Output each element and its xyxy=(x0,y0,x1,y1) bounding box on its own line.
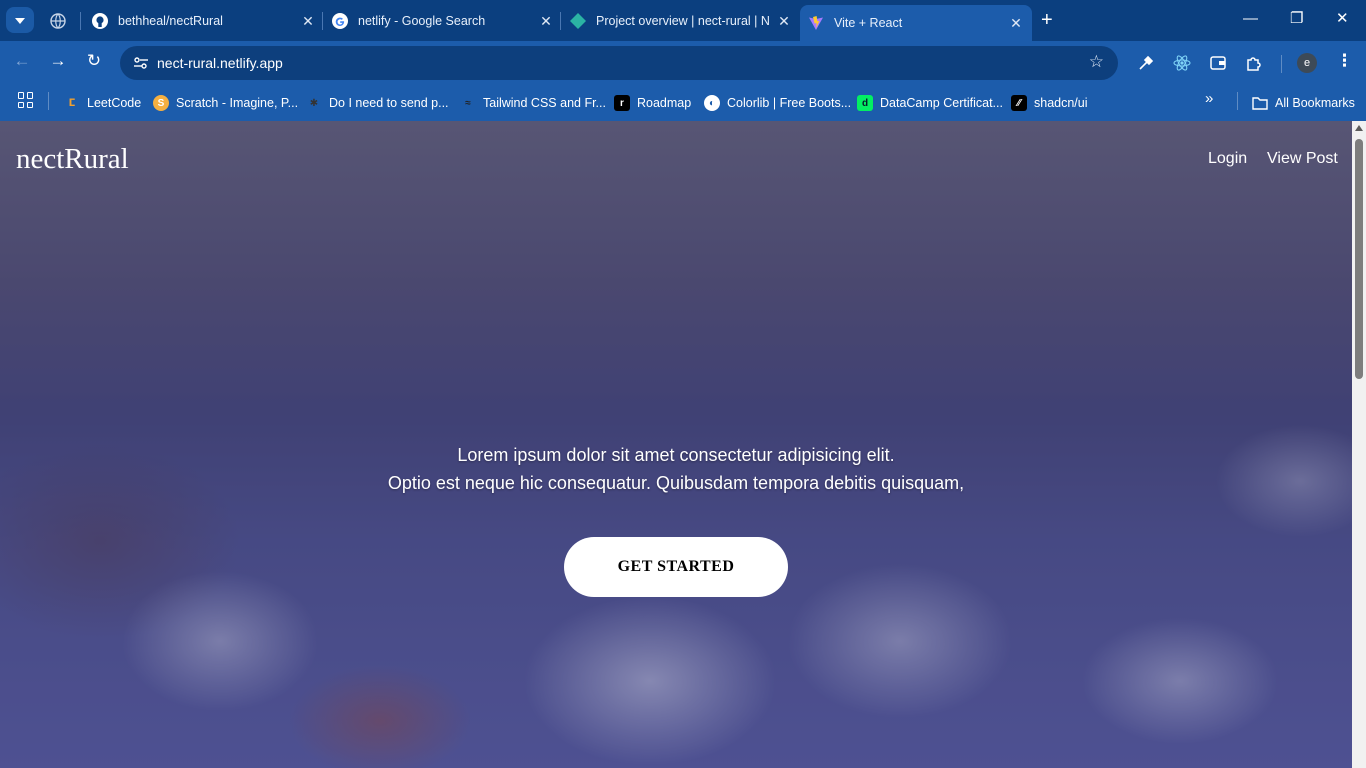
hero-text: Lorem ipsum dolor sit amet consectetur a… xyxy=(0,441,1352,497)
scrollbar-thumb[interactable] xyxy=(1355,139,1363,379)
browser-chrome: bethheal/nectRural ✕ netlify - Google Se… xyxy=(0,0,1366,121)
close-icon[interactable]: ✕ xyxy=(1008,15,1024,32)
vite-icon xyxy=(808,15,824,31)
bookmark-star-icon[interactable]: ☆ xyxy=(1089,52,1104,72)
tab-title: Vite + React xyxy=(834,16,903,30)
browser-toolbar: ← → ↻ nect-rural.netlify.app ☆ e ⋮ xyxy=(0,41,1366,85)
bookmark-colorlib[interactable]: ◐ Colorlib | Free Boots... xyxy=(704,93,851,113)
get-started-button[interactable]: GET STARTED xyxy=(564,537,788,597)
bookmark-roadmap[interactable]: r Roadmap xyxy=(614,93,691,113)
minimize-icon[interactable]: — xyxy=(1243,9,1258,29)
hero-line-2: Optio est neque hic consequatur. Quibusd… xyxy=(387,473,965,493)
site-navbar: nectRural Login View Post xyxy=(0,121,1352,197)
bookmark-label: Colorlib | Free Boots... xyxy=(727,96,852,110)
bookmarks-separator xyxy=(48,92,49,110)
bookmark-label: Do I need to send p... xyxy=(329,96,449,110)
tab-separator xyxy=(560,12,561,30)
tab-vite-active[interactable]: Vite + React ✕ xyxy=(800,5,1032,41)
colorlib-icon: ◐ xyxy=(704,95,720,111)
toolbar-separator xyxy=(1281,55,1282,73)
tab-google[interactable]: netlify - Google Search ✕ xyxy=(332,5,554,37)
url-text: nect-rural.netlify.app xyxy=(157,55,283,71)
close-icon[interactable]: ✕ xyxy=(538,13,554,30)
hero-line-1: Lorem ipsum dolor sit amet consectetur a… xyxy=(457,445,895,465)
tab-separator xyxy=(322,12,323,30)
tab-github[interactable]: bethheal/nectRural ✕ xyxy=(92,5,316,37)
bookmarks-overflow-icon[interactable]: » xyxy=(1205,90,1213,107)
bookmarks-separator xyxy=(1237,92,1238,110)
bookmark-datacamp[interactable]: d DataCamp Certificat... xyxy=(857,93,1003,113)
close-icon[interactable]: ✕ xyxy=(776,13,792,30)
globe-icon xyxy=(50,13,66,29)
scratch-icon: S xyxy=(153,95,169,111)
all-bookmarks-label: All Bookmarks xyxy=(1275,96,1355,110)
tab-separator xyxy=(80,12,81,30)
reload-icon[interactable]: ↻ xyxy=(82,51,106,71)
more-menu-icon[interactable]: ⋮ xyxy=(1336,51,1353,71)
tab-netlify[interactable]: Project overview | nect-rural | N ✕ xyxy=(570,5,792,37)
wallet-extension-icon[interactable] xyxy=(1207,52,1229,74)
site-logo[interactable]: nectRural xyxy=(16,143,129,176)
tab-title: bethheal/nectRural xyxy=(118,14,223,28)
netlify-icon xyxy=(570,13,586,29)
bookmark-label: LeetCode xyxy=(87,96,142,110)
bookmark-shadcn[interactable]: ⁄⁄ shadcn/ui xyxy=(1011,93,1088,113)
bookmark-label: Roadmap xyxy=(637,96,692,110)
google-icon xyxy=(332,13,348,29)
window-close-icon[interactable]: ✕ xyxy=(1336,9,1349,29)
forward-arrow-icon[interactable]: → xyxy=(46,51,70,71)
site-info-icon[interactable] xyxy=(132,54,150,72)
tailwind-icon: ≈ xyxy=(465,97,471,109)
all-bookmarks-button[interactable]: All Bookmarks xyxy=(1252,93,1355,113)
view-post-link[interactable]: View Post xyxy=(1267,150,1338,168)
tab-title: Project overview | nect-rural | N xyxy=(596,14,770,28)
bookmark-tailwind[interactable]: ≈ Tailwind CSS and Fr... xyxy=(460,93,606,113)
restore-icon[interactable]: ❐ xyxy=(1290,9,1303,29)
scroll-up-arrow-icon[interactable] xyxy=(1355,125,1363,131)
page-scrollbar[interactable] xyxy=(1352,121,1366,768)
bookmark-label: shadcn/ui xyxy=(1034,96,1088,110)
profile-avatar[interactable]: e xyxy=(1297,53,1317,73)
bookmark-do-i-need[interactable]: ✱ Do I need to send p... xyxy=(306,93,449,113)
tab-pinned[interactable] xyxy=(50,5,72,37)
bug-icon: ✱ xyxy=(309,97,319,109)
bookmark-leetcode[interactable]: ⵎ LeetCode xyxy=(64,93,142,113)
close-icon[interactable]: ✕ xyxy=(300,13,316,30)
chevron-down-icon xyxy=(15,18,25,24)
leetcode-icon: ⵎ xyxy=(68,97,76,109)
login-link[interactable]: Login xyxy=(1208,150,1247,168)
tab-title: netlify - Google Search xyxy=(358,14,486,28)
github-icon xyxy=(92,13,108,29)
address-bar[interactable]: nect-rural.netlify.app ☆ xyxy=(120,46,1118,80)
new-tab-plus-icon[interactable]: + xyxy=(1041,9,1053,31)
bookmark-label: Scratch - Imagine, P... xyxy=(176,96,299,110)
tab-strip: bethheal/nectRural ✕ netlify - Google Se… xyxy=(0,0,1366,41)
datacamp-icon: d xyxy=(857,95,873,111)
bookmark-label: Tailwind CSS and Fr... xyxy=(483,96,606,110)
eyedropper-extension-icon[interactable] xyxy=(1135,52,1157,74)
apps-grid-icon[interactable] xyxy=(18,92,34,108)
shadcn-icon: ⁄⁄ xyxy=(1011,95,1027,111)
extensions-puzzle-icon[interactable] xyxy=(1243,52,1265,74)
folder-icon xyxy=(1252,95,1268,111)
bookmark-label: DataCamp Certificat... xyxy=(880,96,1003,110)
roadmap-icon: r xyxy=(614,95,630,111)
tab-search-button[interactable] xyxy=(6,7,34,33)
react-devtools-icon[interactable] xyxy=(1171,52,1193,74)
hero-background-image: nectRural Login View Post Lorem ipsum do… xyxy=(0,121,1352,768)
bookmark-scratch[interactable]: S Scratch - Imagine, P... xyxy=(153,93,298,113)
back-arrow-icon[interactable]: ← xyxy=(10,51,34,71)
